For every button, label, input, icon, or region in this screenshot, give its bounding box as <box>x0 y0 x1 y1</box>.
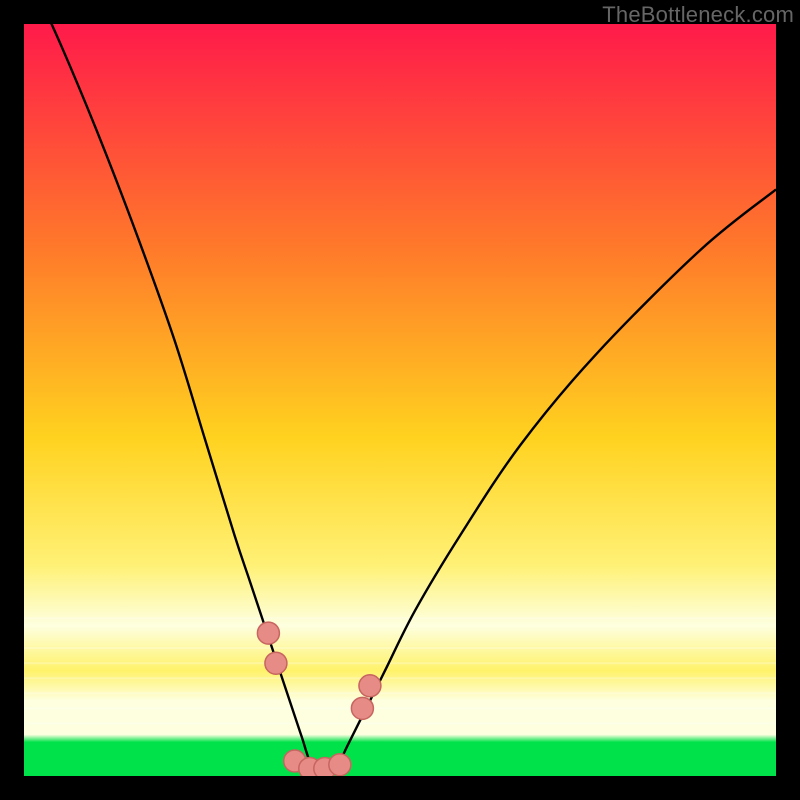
chart-svg <box>24 24 776 776</box>
attribution-text: TheBottleneck.com <box>602 2 794 28</box>
marker-right-2 <box>359 675 381 697</box>
plot-area <box>24 24 776 776</box>
marker-left-2 <box>265 652 287 674</box>
marker-right-1 <box>351 697 373 719</box>
marker-left-1 <box>257 622 279 644</box>
chart-frame: TheBottleneck.com <box>0 0 800 800</box>
marker-floor-4 <box>329 754 351 776</box>
